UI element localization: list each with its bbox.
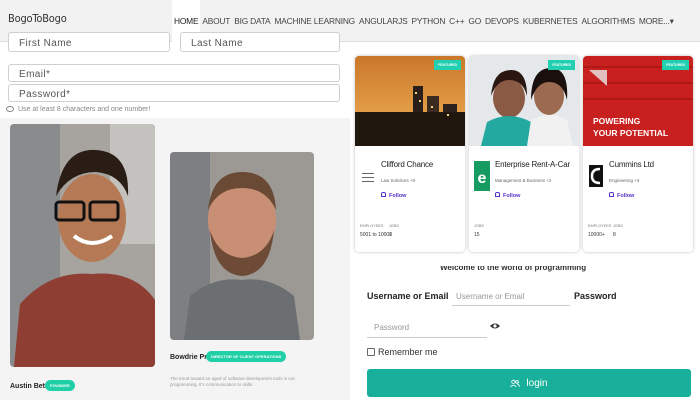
- username-input[interactable]: Username or Email: [452, 291, 570, 306]
- featured-tag: FEATURED: [434, 60, 461, 70]
- login-button[interactable]: login: [367, 369, 691, 397]
- jobs-value: 1: [389, 232, 392, 238]
- featured-tag: FEATURED: [548, 60, 575, 70]
- cummins-logo: [589, 165, 603, 187]
- remember-me-checkbox[interactable]: Remember me: [367, 347, 438, 357]
- first-name-field[interactable]: First Name: [8, 32, 170, 52]
- password-field[interactable]: Password*: [8, 84, 340, 102]
- brand-logo[interactable]: BogoToBogo: [8, 12, 67, 25]
- password-label: Password: [574, 291, 617, 301]
- remember-me-label: Remember me: [378, 347, 438, 357]
- follow-button[interactable]: Follow: [495, 192, 520, 199]
- follow-button[interactable]: Follow: [381, 192, 406, 199]
- company-card-cummins[interactable]: POWERING YOUR POTENTIAL FEATURED Cummins…: [583, 56, 693, 252]
- password-hint-text: Use at least 8 characters and one number…: [18, 106, 151, 113]
- login-button-label: login: [526, 377, 548, 389]
- users-icon: [510, 379, 521, 387]
- jobs-value: 8: [613, 232, 616, 238]
- jobs-label: JOBS: [613, 224, 623, 228]
- nav-go[interactable]: GO: [466, 0, 483, 42]
- bell-icon: [609, 192, 614, 197]
- company-card-clifford[interactable]: FEATURED Clifford Chance Law Solicitors …: [355, 56, 465, 252]
- username-placeholder: Username or Email: [456, 292, 525, 301]
- jobs-label: JOBS: [389, 224, 399, 228]
- austin-badge: FOUNDER: [45, 380, 75, 391]
- checkbox-icon[interactable]: [367, 348, 375, 356]
- austin-photo: [10, 124, 155, 367]
- nav-more[interactable]: MORE...▾: [637, 0, 676, 42]
- bowdrie-bio: The trend toward an aged of software dev…: [170, 376, 295, 387]
- company-name: Enterprise Rent-A-Car: [495, 160, 570, 169]
- email-placeholder: Email*: [19, 69, 51, 80]
- follow-label: Follow: [503, 193, 521, 199]
- featured-tag: FEATURED: [662, 60, 689, 70]
- company-card-enterprise[interactable]: FEATURED e Enterprise Rent-A-Car Managem…: [469, 56, 579, 252]
- company-name: Clifford Chance: [381, 160, 433, 169]
- follow-button[interactable]: Follow: [609, 192, 634, 199]
- nav-devops[interactable]: DEVOPS: [483, 0, 521, 42]
- follow-label: Follow: [389, 193, 407, 199]
- clifford-logo: [362, 173, 374, 182]
- password-placeholder: Password: [374, 323, 410, 332]
- employees-label: EMPLOYEES: [588, 224, 612, 228]
- employees-value: 10000+: [588, 232, 605, 238]
- follow-label: Follow: [617, 193, 635, 199]
- cummins-banner-line2: YOUR POTENTIAL: [593, 128, 668, 138]
- password-input[interactable]: Password: [367, 320, 487, 338]
- info-icon: [6, 106, 14, 113]
- nav-algorithms[interactable]: ALGORITHMS: [580, 0, 637, 42]
- nav-angularjs[interactable]: ANGULARJS: [357, 0, 409, 42]
- team-section: Austin Betzer FOUNDER Bowdrie Price DIRE…: [0, 118, 350, 400]
- cummins-banner-line1: POWERING: [593, 116, 641, 126]
- first-name-placeholder: First Name: [19, 38, 72, 49]
- jobs-label: JOBS: [474, 224, 484, 228]
- company-category: Management & Business +2: [495, 178, 552, 183]
- last-name-placeholder: Last Name: [191, 38, 243, 49]
- welcome-heading: Welcome to the world of programming: [440, 266, 587, 272]
- password-hint: Use at least 8 characters and one number…: [6, 106, 150, 113]
- employees-value: 5001 to 10000: [360, 232, 392, 238]
- password-placeholder: Password*: [19, 89, 71, 100]
- bell-icon: [381, 192, 386, 197]
- company-name: Cummins Ltd: [609, 160, 654, 169]
- last-name-field[interactable]: Last Name: [180, 32, 340, 52]
- email-field[interactable]: Email*: [8, 64, 340, 82]
- username-label: Username or Email: [367, 291, 449, 301]
- svg-text:e: e: [478, 170, 487, 187]
- show-password-icon[interactable]: [490, 322, 500, 330]
- bowdrie-badge: DIRECTOR OF CLIENT OPERATIONS: [206, 351, 287, 362]
- nav-kubernetes[interactable]: KUBERNETES: [521, 0, 580, 42]
- nav-cpp[interactable]: C++: [447, 0, 466, 42]
- bell-icon: [495, 192, 500, 197]
- bowdrie-photo: [170, 152, 314, 340]
- company-category: Engineering +3: [609, 178, 640, 183]
- employees-label: EMPLOYEES: [360, 224, 384, 228]
- jobs-value: 15: [474, 232, 480, 238]
- company-category: Law Solicitors +0: [381, 178, 416, 183]
- enterprise-logo: e: [474, 161, 490, 191]
- nav-python[interactable]: PYTHON: [409, 0, 447, 42]
